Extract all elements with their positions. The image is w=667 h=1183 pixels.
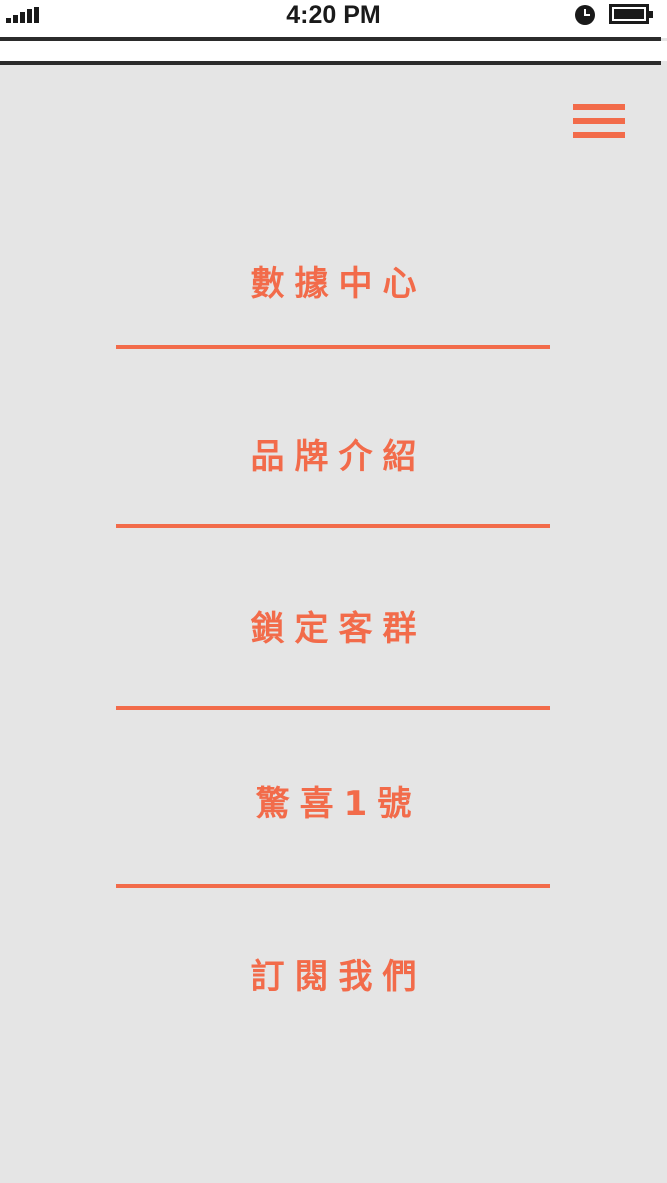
header-divider-bottom [0, 61, 661, 65]
nav-divider [116, 706, 550, 710]
status-bar: 4:20 PM [0, 0, 667, 38]
header-strip [0, 41, 667, 61]
battery-full-icon [609, 4, 653, 24]
nav-divider [116, 345, 550, 349]
nav-item-surprise-no1[interactable]: 驚喜1號 [0, 782, 667, 826]
nav-item-target-audience[interactable]: 鎖定客群 [0, 607, 667, 651]
status-time: 4:20 PM [286, 1, 381, 29]
nav-item-brand-intro[interactable]: 品牌介紹 [0, 435, 667, 479]
nav-divider [116, 884, 550, 888]
nav-item-subscribe[interactable]: 訂閱我們 [0, 955, 667, 999]
alarm-clock-icon [575, 5, 595, 25]
hamburger-menu-icon[interactable] [573, 100, 627, 142]
nav-divider [116, 524, 550, 528]
nav-item-data-center[interactable]: 數據中心 [0, 262, 667, 306]
